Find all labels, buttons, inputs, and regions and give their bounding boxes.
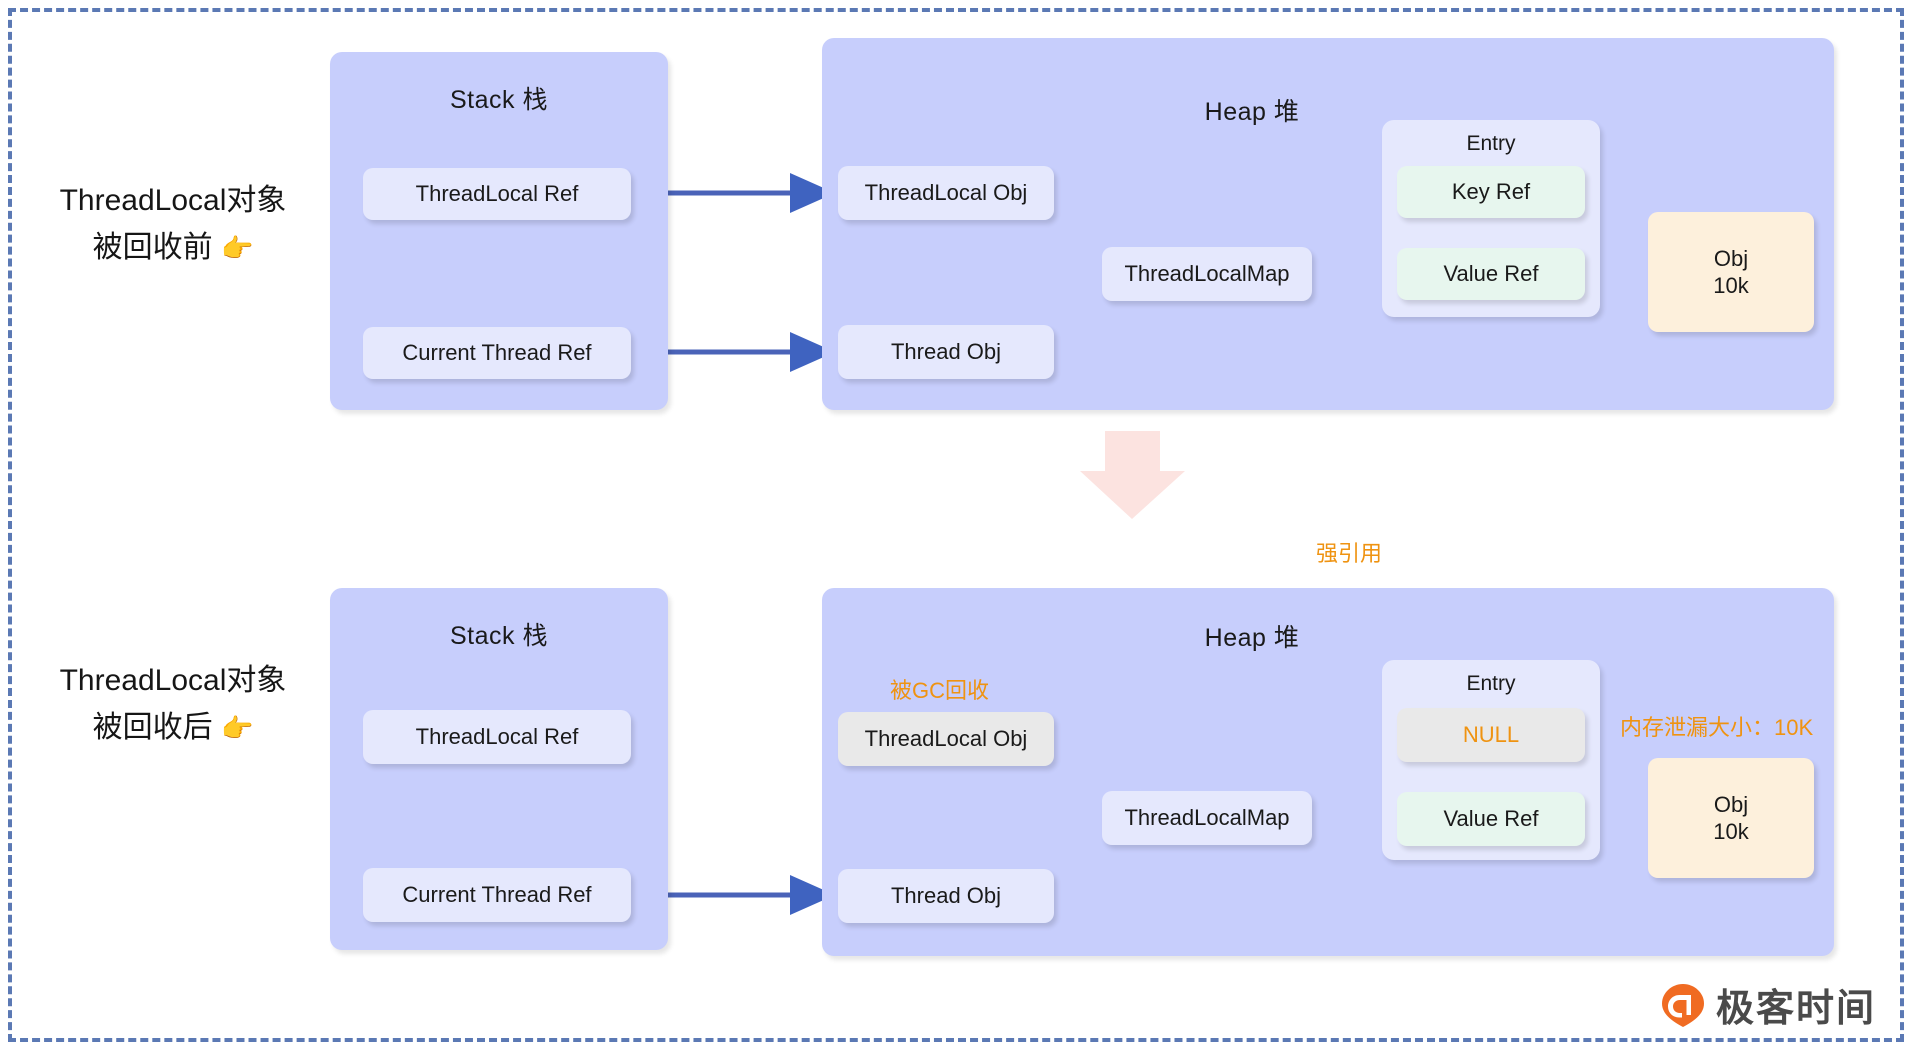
brand-logo: 极客时间 <box>1660 977 1876 1032</box>
node-threadlocal-obj-after: ThreadLocal Obj <box>838 712 1054 766</box>
node-value-ref-after: Value Ref <box>1397 792 1585 846</box>
node-label: NULL <box>1462 722 1520 748</box>
node-obj-after: Obj 10k <box>1648 758 1814 878</box>
node-label: Current Thread Ref <box>402 340 592 366</box>
node-obj-before: Obj 10k <box>1648 212 1814 332</box>
heap-panel-title-after: Heap 堆 <box>1204 624 1300 652</box>
node-value-ref-before: Value Ref <box>1397 248 1585 300</box>
entry-title-after: Entry <box>1466 672 1516 695</box>
node-threadlocalmap-before: ThreadLocalMap <box>1102 247 1312 301</box>
node-current-thread-ref-after: Current Thread Ref <box>363 868 631 922</box>
side-label-line1: ThreadLocal对象 <box>59 664 287 697</box>
node-label-line2: 10k <box>1713 273 1749 298</box>
node-label: Key Ref <box>1451 179 1531 205</box>
node-label: Thread Obj <box>890 339 1002 365</box>
node-label: Thread Obj <box>890 883 1002 909</box>
node-label: Value Ref <box>1443 261 1539 287</box>
node-label: ThreadLocalMap <box>1124 805 1290 831</box>
node-threadlocal-obj-before: ThreadLocal Obj <box>838 166 1054 220</box>
node-thread-obj-before: Thread Obj <box>838 325 1054 379</box>
gc-recycled-annotation: 被GC回收 <box>890 678 990 703</box>
section-before-side-label: ThreadLocal对象 被回收前 👉 <box>48 178 298 271</box>
geektime-mark-icon <box>1660 982 1706 1028</box>
node-label: ThreadLocal Ref <box>415 181 579 207</box>
node-thread-obj-after: Thread Obj <box>838 869 1054 923</box>
node-label-line2: 10k <box>1713 819 1749 844</box>
node-current-thread-ref-before: Current Thread Ref <box>363 327 631 379</box>
diagram-canvas: ThreadLocal Obj (weak reference, dashed … <box>0 0 1920 1056</box>
strong-ref-annotation: 强引用 <box>1316 541 1383 566</box>
node-threadlocal-ref-after: ThreadLocal Ref <box>363 710 631 764</box>
node-label: ThreadLocalMap <box>1124 261 1290 287</box>
entry-title-before: Entry <box>1466 132 1516 155</box>
memory-leak-annotation: 内存泄漏大小：10K <box>1620 715 1814 740</box>
node-threadlocalmap-after: ThreadLocalMap <box>1102 791 1312 845</box>
side-label-line2: 被回收后 <box>92 710 213 744</box>
pointing-hand-icon: 👉 <box>220 712 254 743</box>
node-threadlocal-ref-before: ThreadLocal Ref <box>363 168 631 220</box>
node-key-ref-before: Key Ref <box>1397 166 1585 218</box>
stack-panel-title-after: Stack 栈 <box>450 622 548 650</box>
node-label: Current Thread Ref <box>402 882 592 908</box>
node-label: ThreadLocal Obj <box>864 726 1028 752</box>
brand-name: 极客时间 <box>1715 986 1876 1030</box>
node-label-line1: Obj <box>1713 245 1749 271</box>
stack-panel-title-before: Stack 栈 <box>450 86 548 114</box>
node-label: ThreadLocal Obj <box>864 180 1028 206</box>
pointing-hand-icon: 👉 <box>220 232 254 263</box>
side-label-line2: 被回收前 <box>92 230 213 264</box>
node-label: ThreadLocal Ref <box>415 724 579 750</box>
node-label: Value Ref <box>1443 806 1539 832</box>
section-after-side-label: ThreadLocal对象 被回收后 👉 <box>48 658 298 751</box>
node-key-ref-null-after: NULL <box>1397 708 1585 762</box>
node-label-line1: Obj <box>1713 791 1749 817</box>
side-label-line1: ThreadLocal对象 <box>59 184 287 217</box>
